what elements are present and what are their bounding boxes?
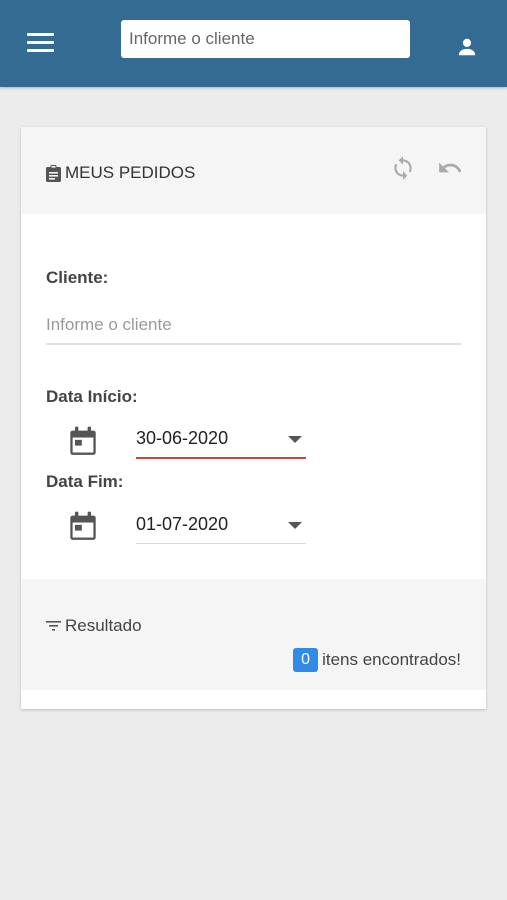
orders-card: MEUS PEDIDOS Cliente: Data Início: 30-06…: [21, 127, 486, 709]
app-toolbar: [0, 0, 507, 87]
clipboard-icon: [46, 164, 61, 182]
result-count-text: itens encontrados!: [322, 650, 461, 669]
cliente-input[interactable]: [46, 307, 461, 345]
card-header: MEUS PEDIDOS: [21, 127, 486, 214]
data-fim-value: 01-07-2020: [136, 514, 229, 534]
client-search-input[interactable]: [121, 20, 410, 58]
data-fim-label: Data Fim:: [46, 472, 124, 491]
page-title: MEUS PEDIDOS: [46, 163, 195, 183]
data-inicio-value: 30-06-2020: [136, 428, 229, 448]
result-section: Resultado 0 itens encontrados!: [21, 579, 486, 690]
refresh-icon[interactable]: [390, 155, 416, 181]
result-title-text: Resultado: [65, 616, 142, 635]
chevron-down-icon: [288, 436, 302, 443]
cliente-label: Cliente:: [46, 268, 109, 287]
result-title: Resultado: [46, 616, 142, 636]
chevron-down-icon: [288, 522, 302, 529]
filter-icon: [46, 621, 61, 631]
result-count: 0 itens encontrados!: [293, 648, 461, 672]
menu-icon[interactable]: [27, 33, 54, 52]
calendar-icon[interactable]: [69, 511, 97, 541]
count-badge: 0: [293, 648, 319, 672]
user-icon[interactable]: [456, 36, 478, 58]
data-inicio-label: Data Início:: [46, 387, 138, 406]
card-title-text: MEUS PEDIDOS: [65, 163, 196, 182]
undo-icon[interactable]: [437, 155, 463, 181]
calendar-icon[interactable]: [69, 426, 97, 456]
data-inicio-picker[interactable]: 30-06-2020: [136, 425, 306, 459]
data-fim-picker[interactable]: 01-07-2020: [136, 511, 306, 544]
